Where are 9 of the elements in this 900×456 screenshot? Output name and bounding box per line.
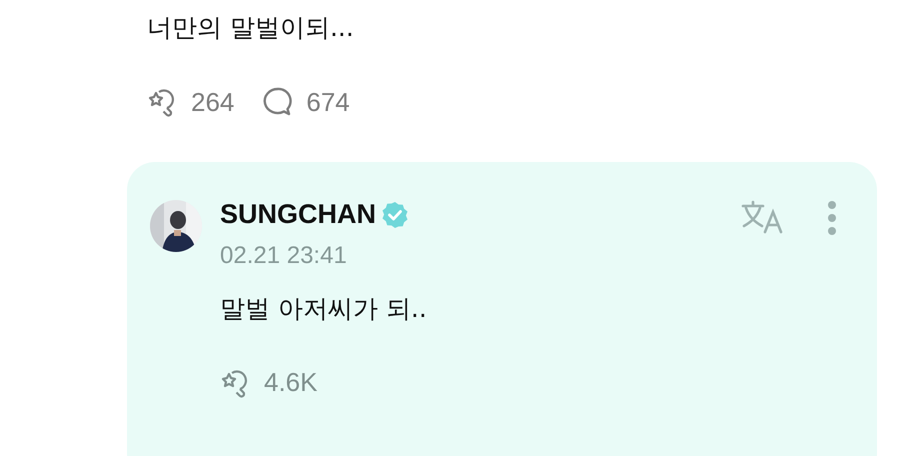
comment-icon[interactable] (262, 86, 294, 118)
post-text: 너만의 말벌이되... (147, 12, 355, 44)
more-options-icon[interactable] (827, 200, 837, 236)
comment-text: 말벌 아저씨가 되.. (220, 292, 428, 324)
reaction-count: 264 (191, 86, 234, 118)
comment-count: 674 (306, 86, 350, 118)
comment-time: 02.21 23:41 (220, 240, 348, 270)
reaction-count: 4.6K (264, 366, 318, 399)
author-name: SUNGCHAN (220, 200, 376, 230)
